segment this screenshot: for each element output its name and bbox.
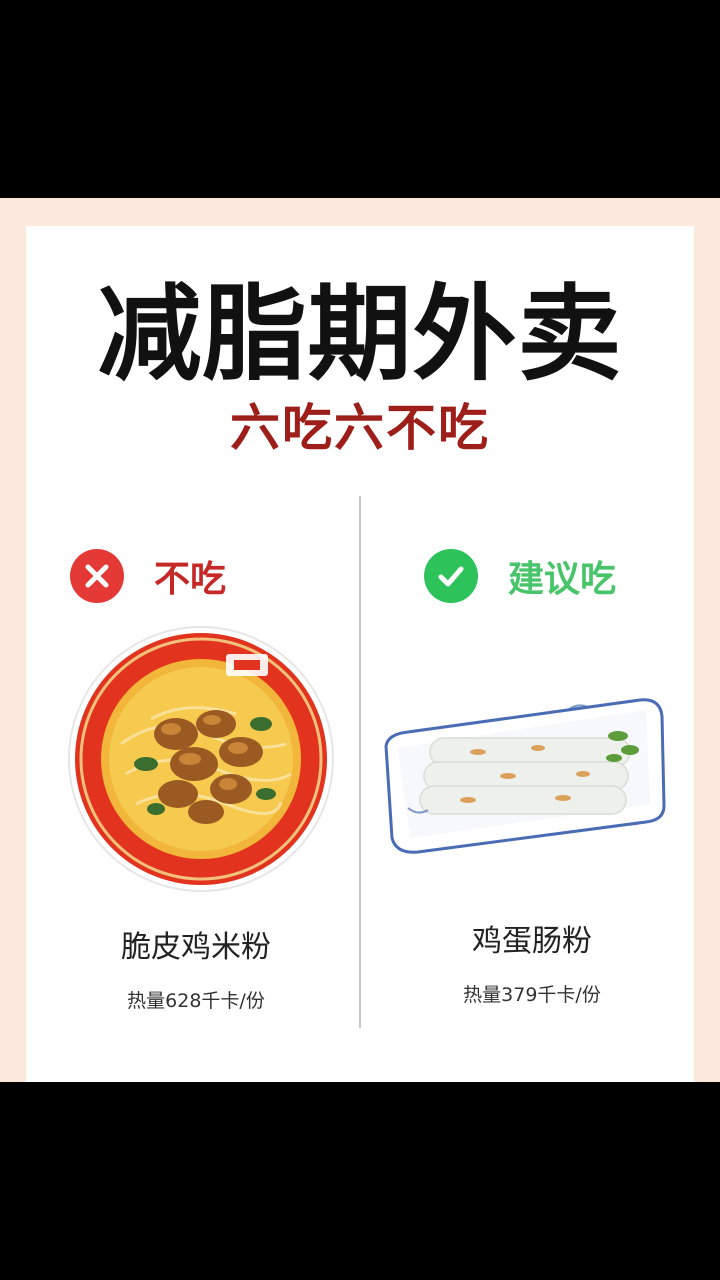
not-recommended-label: 不吃 <box>154 559 227 600</box>
recommended-column: 建议吃 鸡蛋肠粉 热量379千卡/份 <box>372 226 692 1082</box>
not-recommended-column: 不吃 脆皮鸡米粉 热量628千卡/份 <box>36 226 356 1082</box>
rice-noodle-roll-image <box>384 698 666 854</box>
food-name-right: 鸡蛋肠粉 <box>472 924 592 959</box>
check-circle-icon <box>424 549 478 603</box>
food-calories-left: 热量628千卡/份 <box>127 990 265 1012</box>
x-circle-icon <box>70 549 124 603</box>
poster-frame: 减脂期外卖 六吃六不吃 不吃 脆皮鸡米粉 热量628千卡/份 建议吃 鸡蛋肠粉 … <box>0 198 720 1082</box>
recommended-tag: 建议吃 <box>424 548 616 604</box>
column-divider <box>359 496 361 1028</box>
food-calories-right: 热量379千卡/份 <box>463 984 601 1006</box>
recommended-label: 建议吃 <box>508 559 617 600</box>
poster-card: 减脂期外卖 六吃六不吃 不吃 脆皮鸡米粉 热量628千卡/份 建议吃 鸡蛋肠粉 … <box>26 226 694 1082</box>
noodle-bowl-image <box>68 626 334 892</box>
food-name-left: 脆皮鸡米粉 <box>121 930 271 965</box>
not-recommended-tag: 不吃 <box>70 548 226 604</box>
